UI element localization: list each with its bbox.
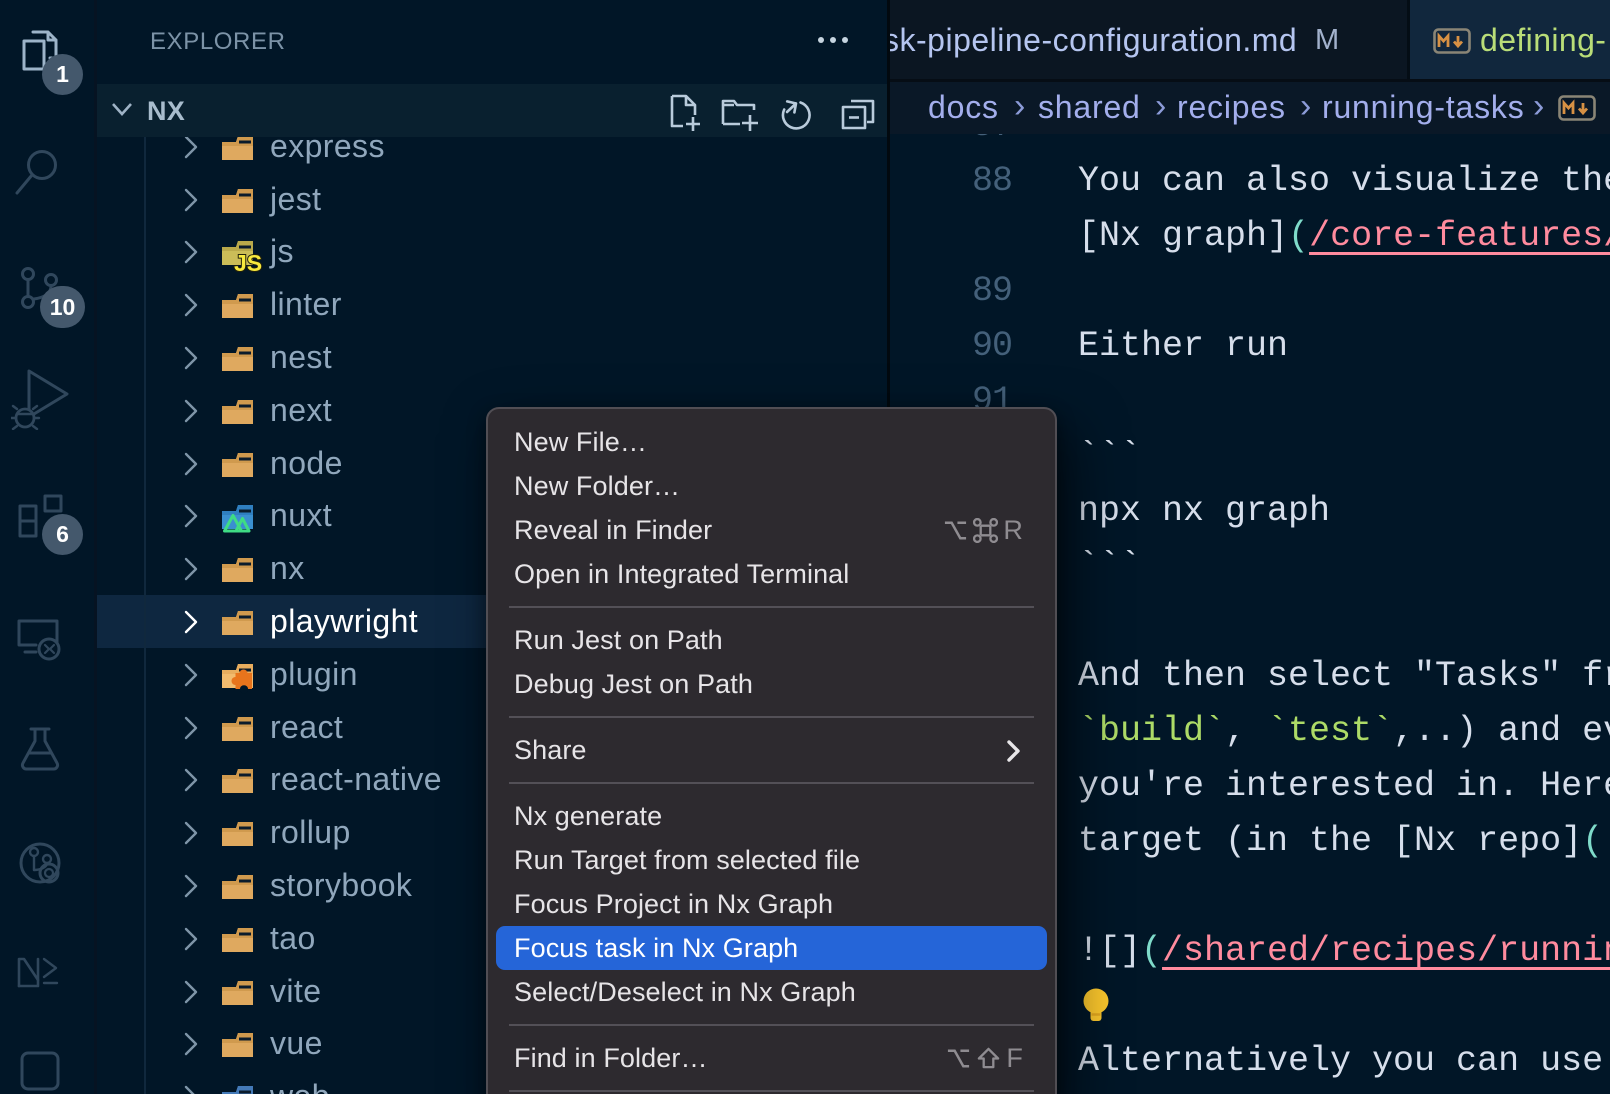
svg-text:JS: JS <box>234 250 262 276</box>
